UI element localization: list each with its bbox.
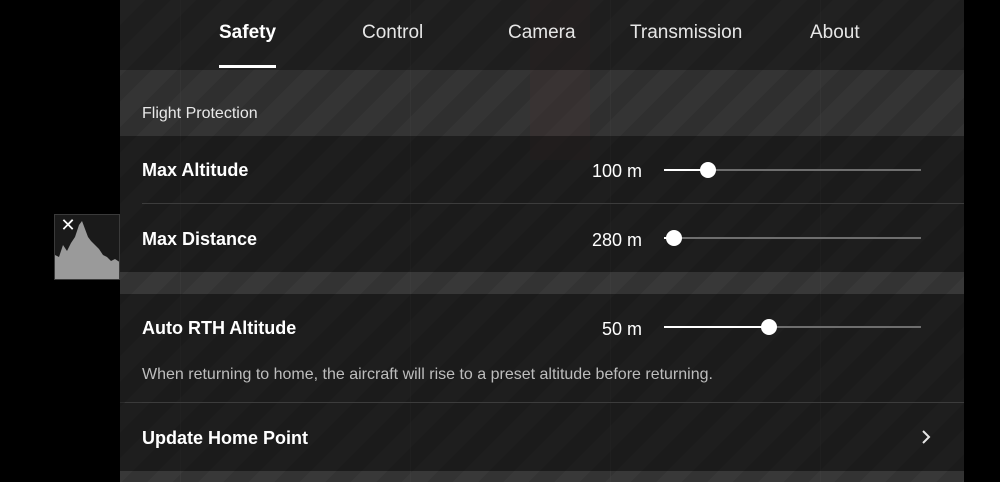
slider-thumb[interactable]	[699, 162, 716, 178]
max-distance-slider[interactable]	[664, 230, 921, 246]
rth-altitude-row: Auto RTH Altitude 50 m When returning to…	[120, 294, 964, 402]
section-gap	[120, 272, 964, 294]
tab-safety[interactable]: Safety	[219, 22, 276, 70]
max-altitude-row: Max Altitude 100 m	[120, 136, 964, 204]
section-title: Flight Protection	[142, 105, 258, 122]
bottom-gap	[120, 471, 964, 482]
max-altitude-slider[interactable]	[664, 162, 921, 178]
right-edge	[964, 0, 1000, 482]
rth-altitude-hint: When returning to home, the aircraft wil…	[142, 366, 713, 383]
tab-bar: Safety Control Camera Transmission About	[120, 0, 964, 70]
histogram-widget[interactable]: ✕	[54, 214, 120, 280]
update-home-point-row[interactable]: Update Home Point	[120, 403, 964, 471]
max-distance-label: Max Distance	[142, 229, 258, 249]
app-screen: ✕ Safety Control Camera Transmission Abo…	[0, 0, 1000, 482]
tab-camera[interactable]: Camera	[508, 22, 576, 70]
chevron-right-icon[interactable]	[918, 429, 934, 445]
tab-control[interactable]: Control	[362, 22, 423, 70]
rth-altitude-slider[interactable]	[664, 319, 921, 335]
close-icon[interactable]: ✕	[59, 217, 77, 235]
tab-transmission[interactable]: Transmission	[630, 22, 742, 70]
section-header: Flight Protection	[120, 70, 964, 136]
tab-about[interactable]: About	[810, 22, 860, 70]
max-distance-row: Max Distance 280 m	[120, 204, 964, 272]
update-home-point-label: Update Home Point	[142, 428, 309, 448]
slider-fill	[664, 326, 770, 328]
max-altitude-value: 100 m	[591, 161, 642, 181]
max-altitude-label: Max Altitude	[142, 160, 249, 180]
rth-altitude-label: Auto RTH Altitude	[142, 318, 297, 338]
rth-altitude-value: 50 m	[601, 319, 642, 339]
active-tab-indicator	[219, 65, 276, 68]
settings-panel: Safety Control Camera Transmission About…	[120, 0, 964, 482]
slider-thumb[interactable]	[666, 230, 683, 246]
slider-thumb[interactable]	[761, 319, 778, 335]
max-distance-value: 280 m	[591, 230, 642, 250]
